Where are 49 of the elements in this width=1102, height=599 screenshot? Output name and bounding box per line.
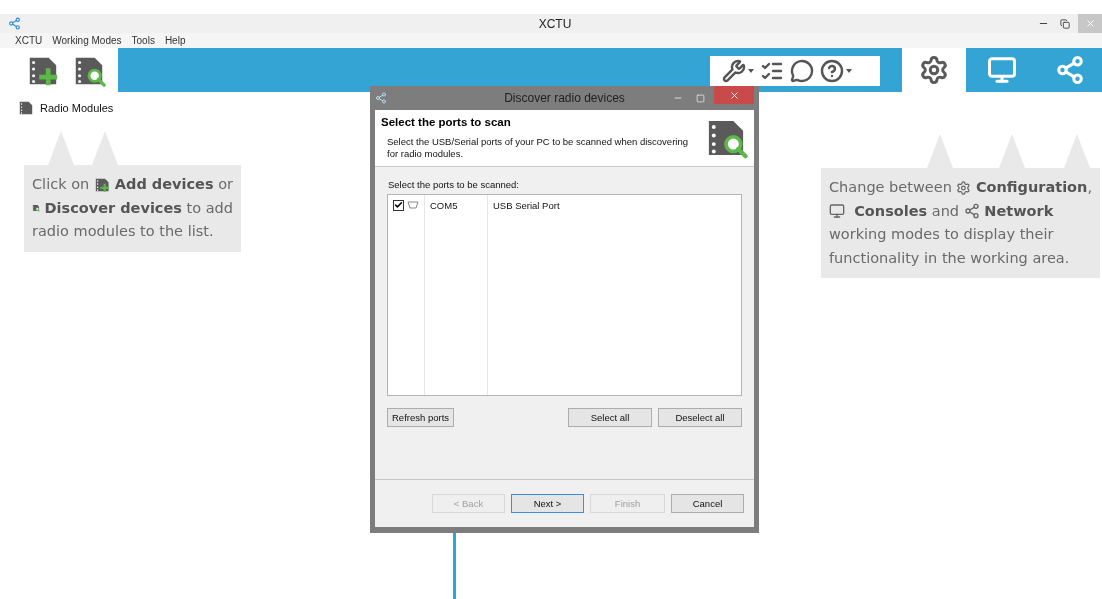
list-label: Select the ports to be scanned: — [388, 179, 520, 190]
help-icon[interactable] — [820, 59, 844, 83]
select-button[interactable]: Deselect all — [658, 408, 742, 427]
hint-text: Change between — [829, 178, 953, 197]
wizard-button[interactable]: Next > — [511, 494, 584, 513]
menu-item[interactable]: Tools — [131, 35, 155, 46]
dialog-heading: Select the ports to scan — [381, 116, 512, 128]
app-icon — [375, 92, 387, 104]
hint-text: Configuration, — [974, 178, 1092, 197]
share-icon — [963, 203, 980, 220]
menu-item[interactable]: XCTU — [15, 35, 43, 46]
share-icon — [1055, 55, 1085, 85]
hint-text: Consoles and — [853, 201, 961, 221]
dialog-title: Discover radio devices — [504, 91, 625, 105]
maximize-icon — [695, 93, 705, 103]
description-cell-text: USB Serial Port — [493, 198, 561, 212]
settings-icon — [956, 179, 972, 196]
gear-icon — [919, 55, 949, 85]
hint-text: Click on — [32, 175, 91, 194]
configuration-tab[interactable] — [902, 48, 966, 92]
menu-item[interactable]: Working Modes — [52, 35, 122, 46]
wizard-button[interactable]: Cancel — [671, 494, 744, 513]
caret-icon[interactable] — [748, 69, 754, 73]
hint-text: Network — [983, 201, 1054, 221]
dialog-description: Select the USB/Serial ports of your PC to be scanned when discovering for radio modules. — [387, 136, 689, 160]
window-title: XCTU — [538, 16, 572, 31]
select-button[interactable]: Select all — [568, 408, 652, 427]
hint-text: working modes to display their — [829, 225, 1054, 244]
app-icon — [8, 17, 21, 30]
hint-text: Add devices or — [113, 175, 233, 194]
port-cell-text: COM5 — [430, 198, 459, 212]
refresh-button[interactable]: Refresh ports — [387, 408, 455, 427]
close-icon — [1084, 18, 1096, 29]
restore-icon — [1060, 18, 1070, 29]
hint-text: radio modules to the list. — [32, 222, 214, 241]
wrench-icon[interactable] — [722, 59, 746, 83]
monitor-icon — [829, 203, 845, 220]
menu-item[interactable]: Help — [164, 35, 186, 46]
serial-port-icon — [407, 201, 419, 209]
hint-text: Discover devices to add — [43, 198, 233, 218]
module-icon — [18, 100, 34, 116]
caret-icon[interactable] — [846, 69, 852, 73]
close-icon — [728, 89, 740, 101]
checkbox[interactable] — [393, 199, 404, 211]
monitor-icon — [987, 55, 1017, 85]
connector-line — [453, 533, 456, 599]
hint-text: functionality in the working area. — [829, 248, 1070, 268]
chat-icon[interactable] — [790, 59, 814, 83]
sidebar-item[interactable]: Radio Modules — [40, 102, 114, 114]
